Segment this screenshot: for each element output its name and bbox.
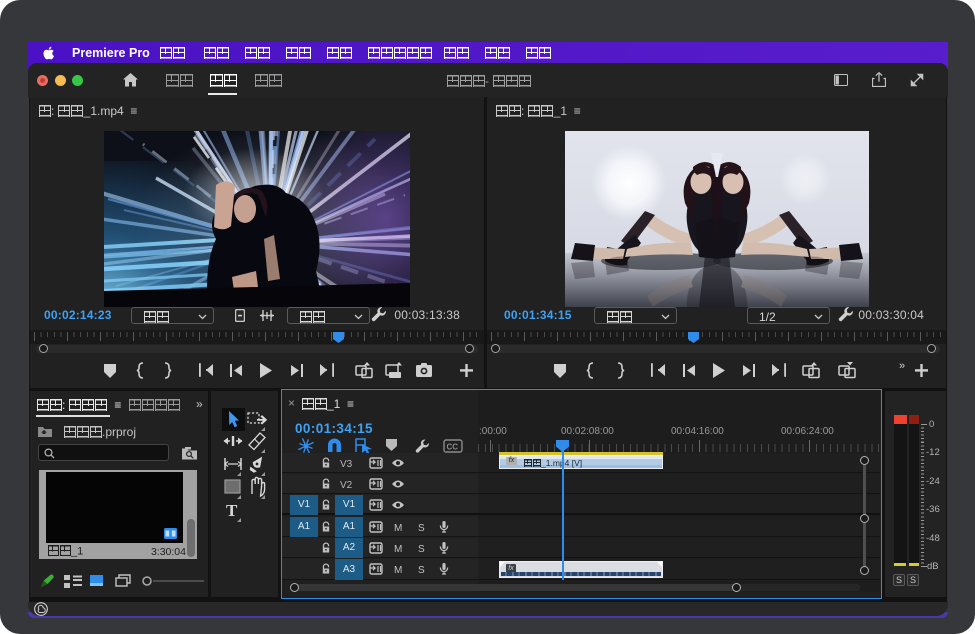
svg-text:V2: V2 [340, 480, 353, 491]
svg-text:M: M [394, 544, 402, 555]
svg-text:M: M [394, 523, 402, 534]
svg-text:S: S [418, 544, 425, 555]
svg-text:T: T [226, 501, 238, 520]
svg-text:V3: V3 [340, 459, 353, 470]
svg-text:S: S [418, 565, 425, 576]
svg-text:M: M [394, 565, 402, 576]
svg-text:»: » [899, 360, 905, 372]
svg-text:S: S [418, 523, 425, 534]
svg-text:CC: CC [447, 443, 459, 452]
